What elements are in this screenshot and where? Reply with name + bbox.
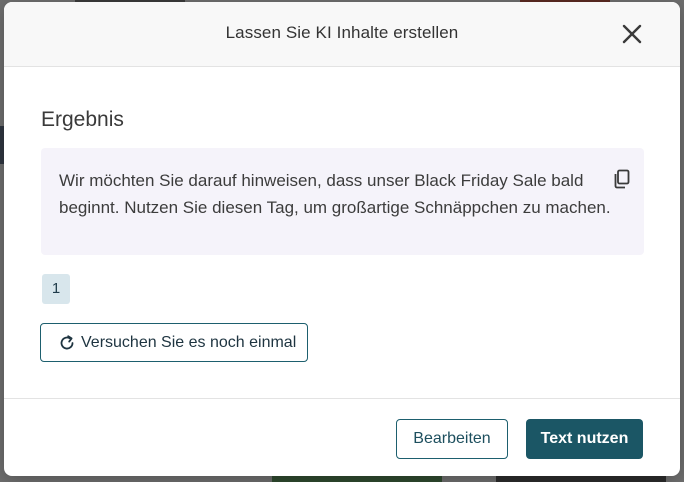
retry-button-label: Versuchen Sie es noch einmal — [81, 334, 297, 351]
edit-button[interactable]: Bearbeiten — [396, 419, 508, 459]
retry-button[interactable]: Versuchen Sie es noch einmal — [40, 323, 308, 362]
result-heading: Ergebnis — [41, 108, 124, 131]
copy-button[interactable] — [613, 169, 631, 189]
dialog-title: Lassen Sie KI Inhalte erstellen — [225, 23, 459, 42]
footer-divider — [4, 398, 680, 399]
result-text-box: Wir möchten Sie darauf hinweisen, dass u… — [41, 148, 644, 255]
close-button[interactable] — [618, 20, 646, 48]
close-icon — [622, 24, 642, 44]
copy-icon — [614, 169, 630, 189]
result-page-badge[interactable]: 1 — [42, 274, 70, 304]
ai-content-dialog: Lassen Sie KI Inhalte erstellen Ergebnis… — [4, 2, 680, 476]
dialog-header: Lassen Sie KI Inhalte erstellen — [4, 2, 680, 67]
refresh-icon — [60, 335, 74, 350]
use-text-button[interactable]: Text nutzen — [526, 419, 643, 459]
result-text: Wir möchten Sie darauf hinweisen, dass u… — [59, 171, 611, 217]
